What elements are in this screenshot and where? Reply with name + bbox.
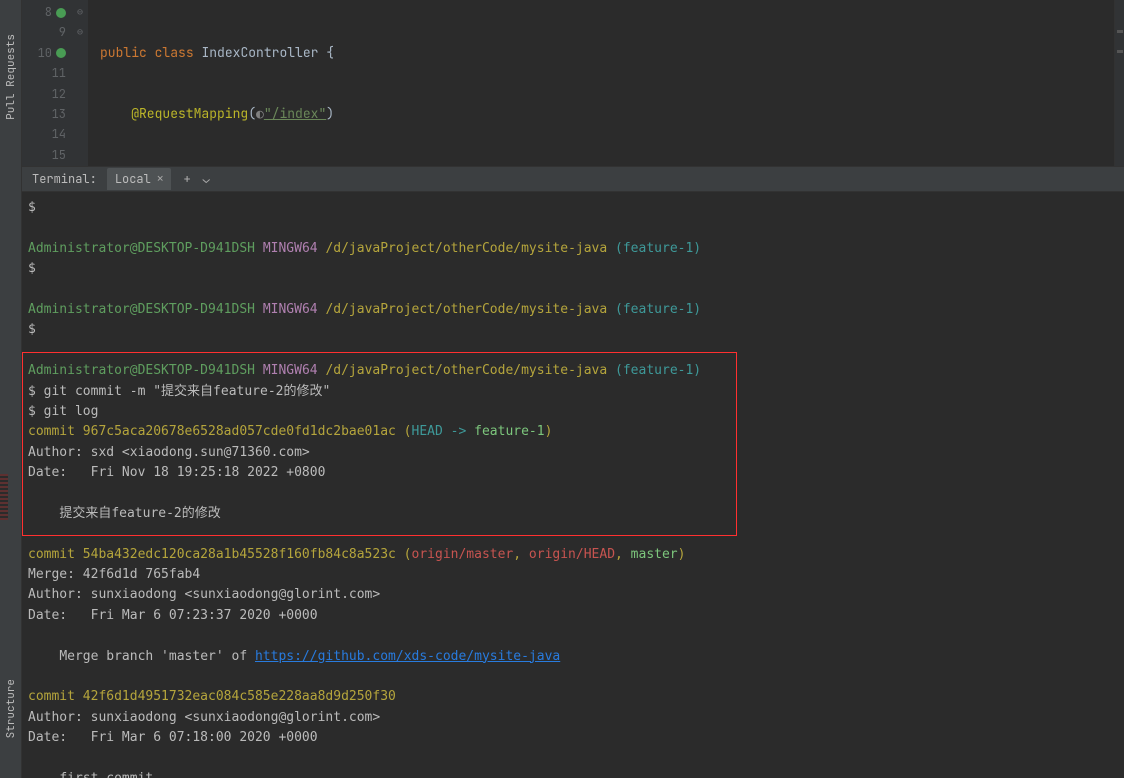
commit-line: commit 54ba432edc120ca28a1b45528f160fb84… [28,545,1118,565]
repo-link[interactable]: https://github.com/xds-code/mysite-java [255,649,560,664]
editor-scrollbar[interactable] [1114,0,1124,166]
git-prompt: Administrator@DESKTOP-D941DSH MINGW64 /d… [28,300,1118,320]
author-line: Author: sunxiaodong <sunxiaodong@glorint… [28,708,1118,728]
merge-line: Merge: 42f6d1d 765fab4 [28,565,1118,585]
git-prompt: Administrator@DESKTOP-D941DSH MINGW64 /d… [28,239,1118,259]
run-icon[interactable] [56,8,66,18]
rail-structure[interactable]: Structure [4,679,18,738]
rail-pull-requests[interactable]: Pull Requests [4,34,18,120]
prompt-dollar: $ [28,198,1118,218]
commit-msg: first commit [28,769,1118,778]
editor-pane: 8 9 10 11 12 13 14 15 ⊖⊖ public class In… [22,0,1124,166]
terminal-tab-local[interactable]: Local ✕ [107,168,172,190]
dropdown-icon[interactable]: ⌄ [203,171,210,187]
git-prompt: Administrator@DESKTOP-D941DSH MINGW64 /d… [28,361,1118,381]
author-line: Author: sxd <xiaodong.sun@71360.com> [28,443,1118,463]
git-commit-cmd: $ git commit -m "提交来自feature-2的修改" [28,382,1118,402]
line-number: 11 [52,65,66,81]
line-number: 14 [52,126,66,142]
fold-column: ⊖⊖ [72,0,88,166]
line-number: 8 [45,4,52,20]
git-log-cmd: $ git log [28,402,1118,422]
code-area[interactable]: public class IndexController { @RequestM… [88,0,1124,166]
tab-label: Local [115,171,151,187]
commit-line: commit 967c5aca20678e6528ad057cde0fd1dc2… [28,422,1118,442]
gutter: 8 9 10 11 12 13 14 15 [22,0,72,166]
terminal-title: Terminal: [22,171,107,187]
commit-line: commit 42f6d1d4951732eac084c585e228aa8d9… [28,687,1118,707]
line-number: 12 [52,86,66,102]
date-line: Date: Fri Nov 18 19:25:18 2022 +0800 [28,463,1118,483]
commit-msg: Merge branch 'master' of https://github.… [28,647,1118,667]
line-number: 9 [59,24,66,40]
date-line: Date: Fri Mar 6 07:23:37 2020 +0000 [28,606,1118,626]
close-icon[interactable]: ✕ [157,172,164,186]
run-icon[interactable] [56,48,66,58]
vcs-stripe [0,474,8,520]
terminal-header: Terminal: Local ✕ + ⌄ [22,166,1124,192]
line-number: 10 [38,45,52,61]
terminal-output[interactable]: $ Administrator@DESKTOP-D941DSH MINGW64 … [22,192,1124,778]
date-line: Date: Fri Mar 6 07:18:00 2020 +0000 [28,728,1118,748]
tool-window-rail: Pull Requests Structure [0,0,22,778]
line-number: 13 [52,106,66,122]
new-session-button[interactable]: + [183,171,190,187]
author-line: Author: sunxiaodong <sunxiaodong@glorint… [28,585,1118,605]
commit-msg: 提交来自feature-2的修改 [28,504,1118,524]
line-number: 15 [52,147,66,163]
